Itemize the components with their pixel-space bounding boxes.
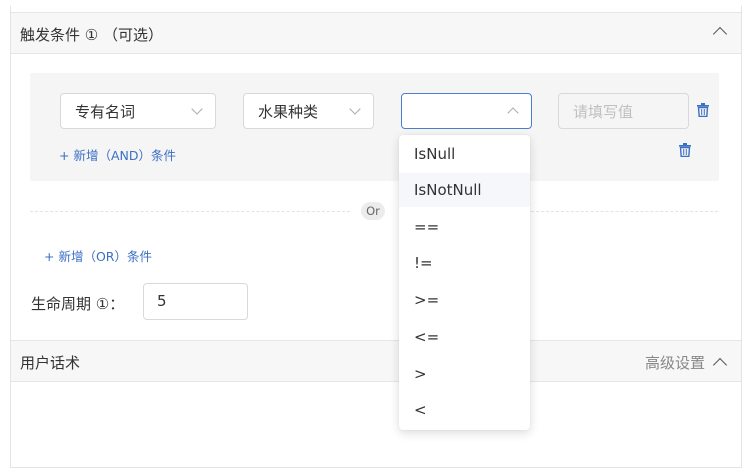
value-type-select-value: 水果种类 — [258, 102, 319, 121]
condition-group: 专有名词 水果种类 请填写值 + 新增（AND）条件 — [30, 73, 719, 181]
value-type-select[interactable]: 水果种类 — [243, 93, 374, 129]
or-divider-line — [30, 211, 350, 212]
operator-dropdown-menu: IsNull IsNotNull == != >= <= > < — [399, 135, 530, 430]
operator-option[interactable]: IsNotNull — [399, 173, 530, 207]
value-input[interactable]: 请填写值 — [558, 93, 689, 129]
operator-select[interactable] — [401, 93, 532, 129]
operator-option[interactable]: IsNull — [399, 137, 530, 171]
lifecycle-label: 生命周期 ①： — [31, 295, 125, 313]
advanced-settings-toggle[interactable]: 高级设置 — [645, 352, 728, 373]
chevron-up-icon[interactable] — [712, 26, 728, 42]
operator-option[interactable]: == — [399, 210, 530, 244]
field-select[interactable]: 专有名词 — [60, 93, 216, 129]
add-or-condition-link[interactable]: + 新增（OR）条件 — [44, 246, 152, 265]
chevron-down-icon — [191, 103, 203, 115]
chevron-up-icon — [507, 107, 519, 119]
operator-option[interactable]: <= — [399, 320, 530, 354]
advanced-settings-label[interactable]: 高级设置 — [645, 352, 705, 373]
lifecycle-input[interactable]: 5 — [143, 283, 248, 320]
operator-option[interactable]: >= — [399, 283, 530, 317]
operator-option[interactable]: != — [399, 246, 530, 280]
or-divider-line — [531, 211, 718, 212]
add-and-condition-link[interactable]: + 新增（AND）条件 — [59, 145, 176, 164]
delete-group-icon[interactable] — [679, 143, 691, 157]
operator-option[interactable]: < — [399, 393, 530, 427]
operator-option[interactable]: > — [399, 357, 530, 391]
delete-condition-icon[interactable] — [697, 103, 709, 117]
chevron-down-icon — [349, 103, 361, 115]
trigger-collapse-toggle[interactable] — [712, 24, 728, 42]
trigger-panel-title: 触发条件 ① （可选） — [20, 26, 163, 44]
user-script-panel-header[interactable]: 用户话术 高级设置 — [11, 340, 741, 382]
chevron-up-icon[interactable] — [712, 357, 728, 373]
user-script-panel-title: 用户话术 — [20, 354, 81, 372]
rule-form: 触发条件 ① （可选） 专有名词 水果种类 请填写值 + 新增（AND）条件 O… — [10, 6, 742, 468]
field-select-value: 专有名词 — [75, 102, 136, 121]
value-input-placeholder: 请填写值 — [573, 102, 634, 121]
trigger-panel-header[interactable]: 触发条件 ① （可选） — [11, 12, 741, 54]
or-divider-label: Or — [361, 202, 385, 220]
